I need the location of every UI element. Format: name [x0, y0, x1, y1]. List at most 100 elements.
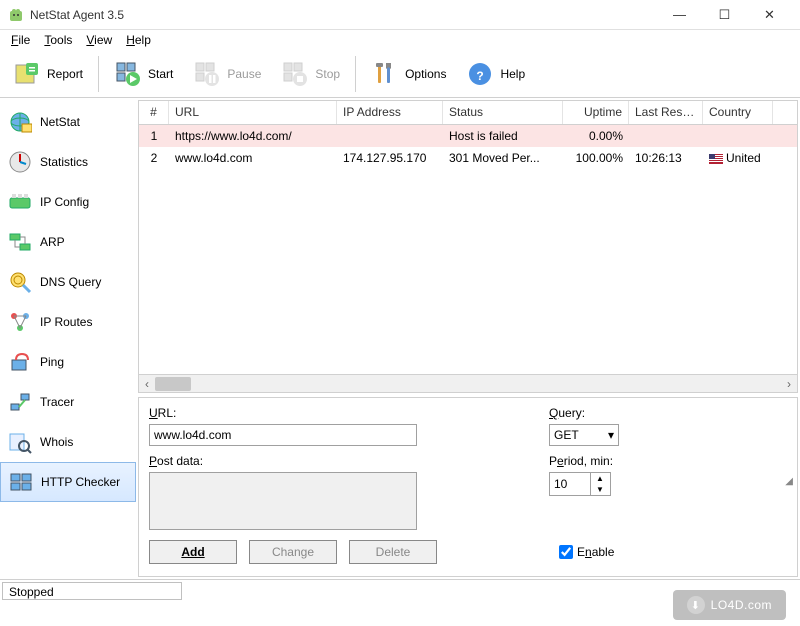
url-label: URL:: [149, 406, 419, 420]
sidebar-item-whois[interactable]: Whois: [0, 422, 136, 462]
query-value: GET: [554, 428, 579, 442]
ping-icon: [8, 350, 32, 374]
sidebar-item-arp[interactable]: ARP: [0, 222, 136, 262]
spin-up-icon[interactable]: ▲: [591, 473, 609, 484]
cell-lastresp: [629, 134, 703, 138]
col-num[interactable]: #: [139, 101, 169, 124]
sidebar-item-ping[interactable]: Ping: [0, 342, 136, 382]
col-status[interactable]: Status: [443, 101, 563, 124]
sidebar-item-label: IP Config: [40, 195, 89, 209]
sidebar-item-ipconfig[interactable]: IP Config: [0, 182, 136, 222]
entry-form: URL: Post data: Query: GET ▾ Period, min…: [138, 397, 798, 577]
start-label: Start: [148, 67, 173, 81]
options-button[interactable]: Options: [362, 55, 455, 93]
toolbar-separator: [355, 56, 356, 92]
query-select[interactable]: GET ▾: [549, 424, 619, 446]
col-url[interactable]: URL: [169, 101, 337, 124]
pause-icon: [193, 60, 221, 88]
report-label: Report: [47, 67, 83, 81]
cell-uptime: 0.00%: [563, 127, 629, 145]
window-title: NetStat Agent 3.5: [30, 8, 657, 22]
httpchecker-icon: [9, 470, 33, 494]
cell-country: [703, 134, 773, 138]
cell-ip: 174.127.95.170: [337, 149, 443, 167]
stop-icon: [281, 60, 309, 88]
scroll-right-icon[interactable]: ›: [781, 375, 797, 393]
maximize-button[interactable]: ☐: [702, 1, 747, 29]
start-button[interactable]: Start: [105, 55, 182, 93]
url-input[interactable]: [149, 424, 417, 446]
tracer-icon: [8, 390, 32, 414]
spin-down-icon[interactable]: ▼: [591, 484, 609, 495]
options-icon: [371, 60, 399, 88]
enable-checkbox-input[interactable]: [559, 545, 573, 559]
sidebar-item-netstat[interactable]: NetStat: [0, 102, 136, 142]
cell-num: 2: [139, 149, 169, 167]
cell-status: 301 Moved Per...: [443, 149, 563, 167]
table-row[interactable]: 2 www.lo4d.com 174.127.95.170 301 Moved …: [139, 147, 797, 169]
chevron-down-icon: ▾: [608, 428, 614, 442]
menu-file[interactable]: File: [5, 31, 36, 49]
horizontal-scrollbar[interactable]: ‹ ›: [139, 374, 797, 392]
menu-help[interactable]: Help: [120, 31, 157, 49]
sidebar-item-label: Whois: [40, 435, 73, 449]
results-table: # URL IP Address Status Uptime Last Resp…: [138, 100, 798, 393]
table-header: # URL IP Address Status Uptime Last Resp…: [139, 101, 797, 125]
sidebar-item-label: IP Routes: [40, 315, 92, 329]
cell-num: 1: [139, 127, 169, 145]
close-button[interactable]: ✕: [747, 1, 792, 29]
sidebar-item-tracer[interactable]: Tracer: [0, 382, 136, 422]
cell-lastresp: 10:26:13: [629, 149, 703, 167]
sidebar-item-label: Tracer: [40, 395, 74, 409]
stop-button: Stop: [272, 55, 349, 93]
watermark: ⬇ LO4D.com: [673, 590, 786, 620]
table-body: 1 https://www.lo4d.com/ Host is failed 0…: [139, 125, 797, 374]
sidebar-item-label: ARP: [40, 235, 65, 249]
period-input[interactable]: [550, 475, 590, 493]
watermark-text: LO4D.com: [711, 598, 772, 612]
add-button[interactable]: Add: [149, 540, 237, 564]
enable-label: Enable: [577, 545, 614, 559]
col-ip[interactable]: IP Address: [337, 101, 443, 124]
report-button[interactable]: Report: [4, 55, 92, 93]
cell-url: https://www.lo4d.com/: [169, 127, 337, 145]
menu-view[interactable]: View: [80, 31, 118, 49]
download-icon: ⬇: [687, 596, 705, 614]
change-button: Change: [249, 540, 337, 564]
cell-country: United: [703, 149, 773, 167]
sidebar: NetStat Statistics IP Config ARP DNS Que…: [0, 98, 136, 579]
minimize-button[interactable]: —: [657, 1, 702, 29]
col-country[interactable]: Country: [703, 101, 773, 124]
sidebar-item-dnsquery[interactable]: DNS Query: [0, 262, 136, 302]
scroll-thumb[interactable]: [155, 377, 191, 391]
postdata-input[interactable]: [149, 472, 417, 530]
pause-label: Pause: [227, 67, 261, 81]
cell-uptime: 100.00%: [563, 149, 629, 167]
col-uptime[interactable]: Uptime: [563, 101, 629, 124]
table-row[interactable]: 1 https://www.lo4d.com/ Host is failed 0…: [139, 125, 797, 147]
cell-status: Host is failed: [443, 127, 563, 145]
statistics-icon: [8, 150, 32, 174]
sidebar-item-statistics[interactable]: Statistics: [0, 142, 136, 182]
sidebar-item-label: Ping: [40, 355, 64, 369]
resize-grip-icon[interactable]: ◢: [785, 476, 793, 487]
help-icon: ?: [466, 60, 494, 88]
ipconfig-icon: [8, 190, 32, 214]
period-spinner[interactable]: ▲ ▼: [549, 472, 611, 496]
sidebar-item-label: HTTP Checker: [41, 475, 120, 489]
sidebar-item-iproutes[interactable]: IP Routes: [0, 302, 136, 342]
enable-checkbox[interactable]: Enable: [559, 545, 614, 559]
help-label: Help: [500, 67, 525, 81]
col-lastresp[interactable]: Last Resp...: [629, 101, 703, 124]
menu-tools[interactable]: Tools: [38, 31, 78, 49]
dnsquery-icon: [8, 270, 32, 294]
toolbar: Report Start Pause Stop Options ? Help: [0, 50, 800, 98]
toolbar-separator: [98, 56, 99, 92]
titlebar: NetStat Agent 3.5 — ☐ ✕: [0, 0, 800, 30]
scroll-left-icon[interactable]: ‹: [139, 375, 155, 393]
delete-button: Delete: [349, 540, 437, 564]
start-icon: [114, 60, 142, 88]
sidebar-item-httpchecker[interactable]: HTTP Checker: [0, 462, 136, 502]
help-button[interactable]: ? Help: [457, 55, 534, 93]
flag-icon: [709, 154, 723, 164]
